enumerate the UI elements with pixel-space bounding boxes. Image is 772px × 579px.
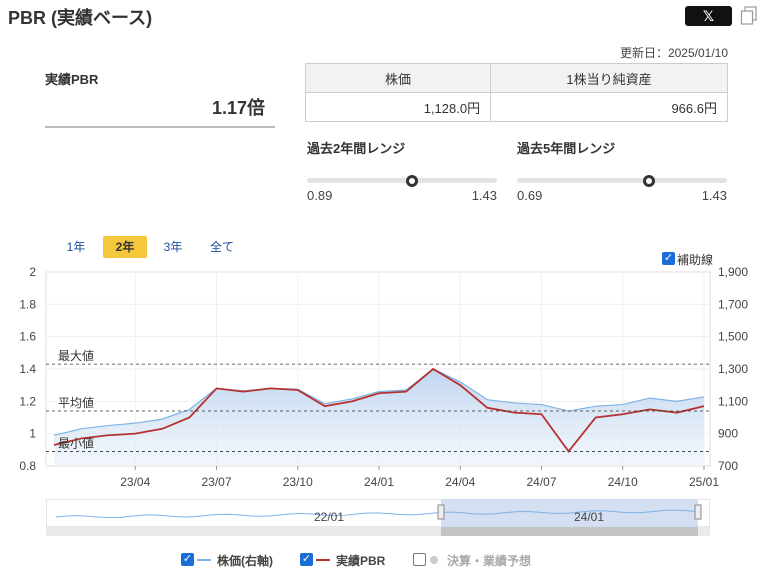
range-5y-marker [643,175,656,187]
x-tick-label: 24/07 [526,475,556,489]
x-tick-label: 24/04 [445,475,475,489]
navigator-label: 22/01 [314,510,344,524]
right-tick-label: 1,300 [718,362,748,376]
earnings-legend-label: 決算・業績予想 [447,554,532,568]
navigator-handle-left [437,504,445,520]
pbr-legend-swatch [316,559,330,561]
price-bps-table: 株価 1株当り純資産 1,128.0円 966.6円 [304,63,728,122]
right-tick-label: 1,500 [718,330,748,344]
earnings-legend-dot [430,556,438,564]
tab-3y[interactable]: 3年 [157,236,189,258]
earnings-legend-checkbox[interactable] [413,553,426,566]
pbr-value: 1.17倍 [45,94,275,128]
bps-value: 966.6円 [490,92,728,122]
navigator-scrollbar-thumb [441,527,698,536]
page-title: PBR (実績ベース) [8,8,153,28]
bps-header: 1株当り純資産 [490,63,728,93]
reference-line-label: 平均値 [58,395,94,410]
range-2y-track [307,178,497,183]
x-tick-label: 23/10 [283,475,313,489]
range-5y-label: 過去5年間レンジ [517,141,616,156]
price-legend-label: 株価(右軸) [217,554,273,568]
price-header: 株価 [304,63,492,93]
range-2y-max: 1.43 [471,188,497,203]
updated-date: 更新日：2025/01/10 [619,46,728,60]
price-value: 1,128.0円 [304,92,492,122]
left-tick-label: 0.8 [19,459,36,473]
range-navigator[interactable]: 22/01 24/01 [46,499,710,537]
pbr-legend-checkbox[interactable]: ✓ [300,553,313,566]
range-5y-max: 1.43 [701,188,727,203]
x-tick-label: 23/07 [201,475,231,489]
left-tick-label: 1.8 [19,297,36,311]
left-tick-label: 2 [29,265,36,279]
pbr-legend-label: 実績PBR [336,554,386,568]
range-5y-min: 0.69 [517,188,543,203]
right-tick-label: 1,900 [718,265,748,279]
x-share-button[interactable]: 𝕏 [685,6,732,26]
tab-2y[interactable]: 2年 [103,236,147,258]
left-tick-label: 1.4 [19,362,36,376]
x-tick-label: 24/01 [364,475,394,489]
price-legend-swatch [197,559,211,561]
range-5y-track [517,178,727,183]
copy-icon[interactable] [740,6,758,26]
left-tick-label: 1 [29,427,36,441]
right-tick-label: 1,100 [718,394,748,408]
left-tick-label: 1.2 [19,394,36,408]
price-legend-checkbox[interactable]: ✓ [181,553,194,566]
reference-line-label: 最大値 [58,348,94,363]
left-tick-label: 1.6 [19,330,36,344]
range-2y-min: 0.89 [307,188,333,203]
range-2y-label: 過去2年間レンジ [307,141,406,156]
navigator-handle-right [694,504,702,520]
right-tick-label: 900 [718,427,738,441]
x-tick-label: 24/10 [608,475,638,489]
right-tick-label: 1,700 [718,297,748,311]
pbr-label: 実績PBR [45,72,99,87]
navigator-label: 24/01 [574,510,604,524]
pbr-chart: 2 1.8 1.6 1.4 1.2 1 0.8 1,900 1,700 1,500 1,300 1,1… [19,265,748,489]
tab-1y[interactable]: 1年 [60,236,92,258]
tab-all[interactable]: 全て [203,236,241,258]
range-2y-marker [405,175,418,187]
right-tick-label: 700 [718,459,738,473]
x-tick-label: 25/01 [689,475,719,489]
reference-line-label: 最小値 [58,435,94,450]
x-tick-label: 23/04 [120,475,150,489]
